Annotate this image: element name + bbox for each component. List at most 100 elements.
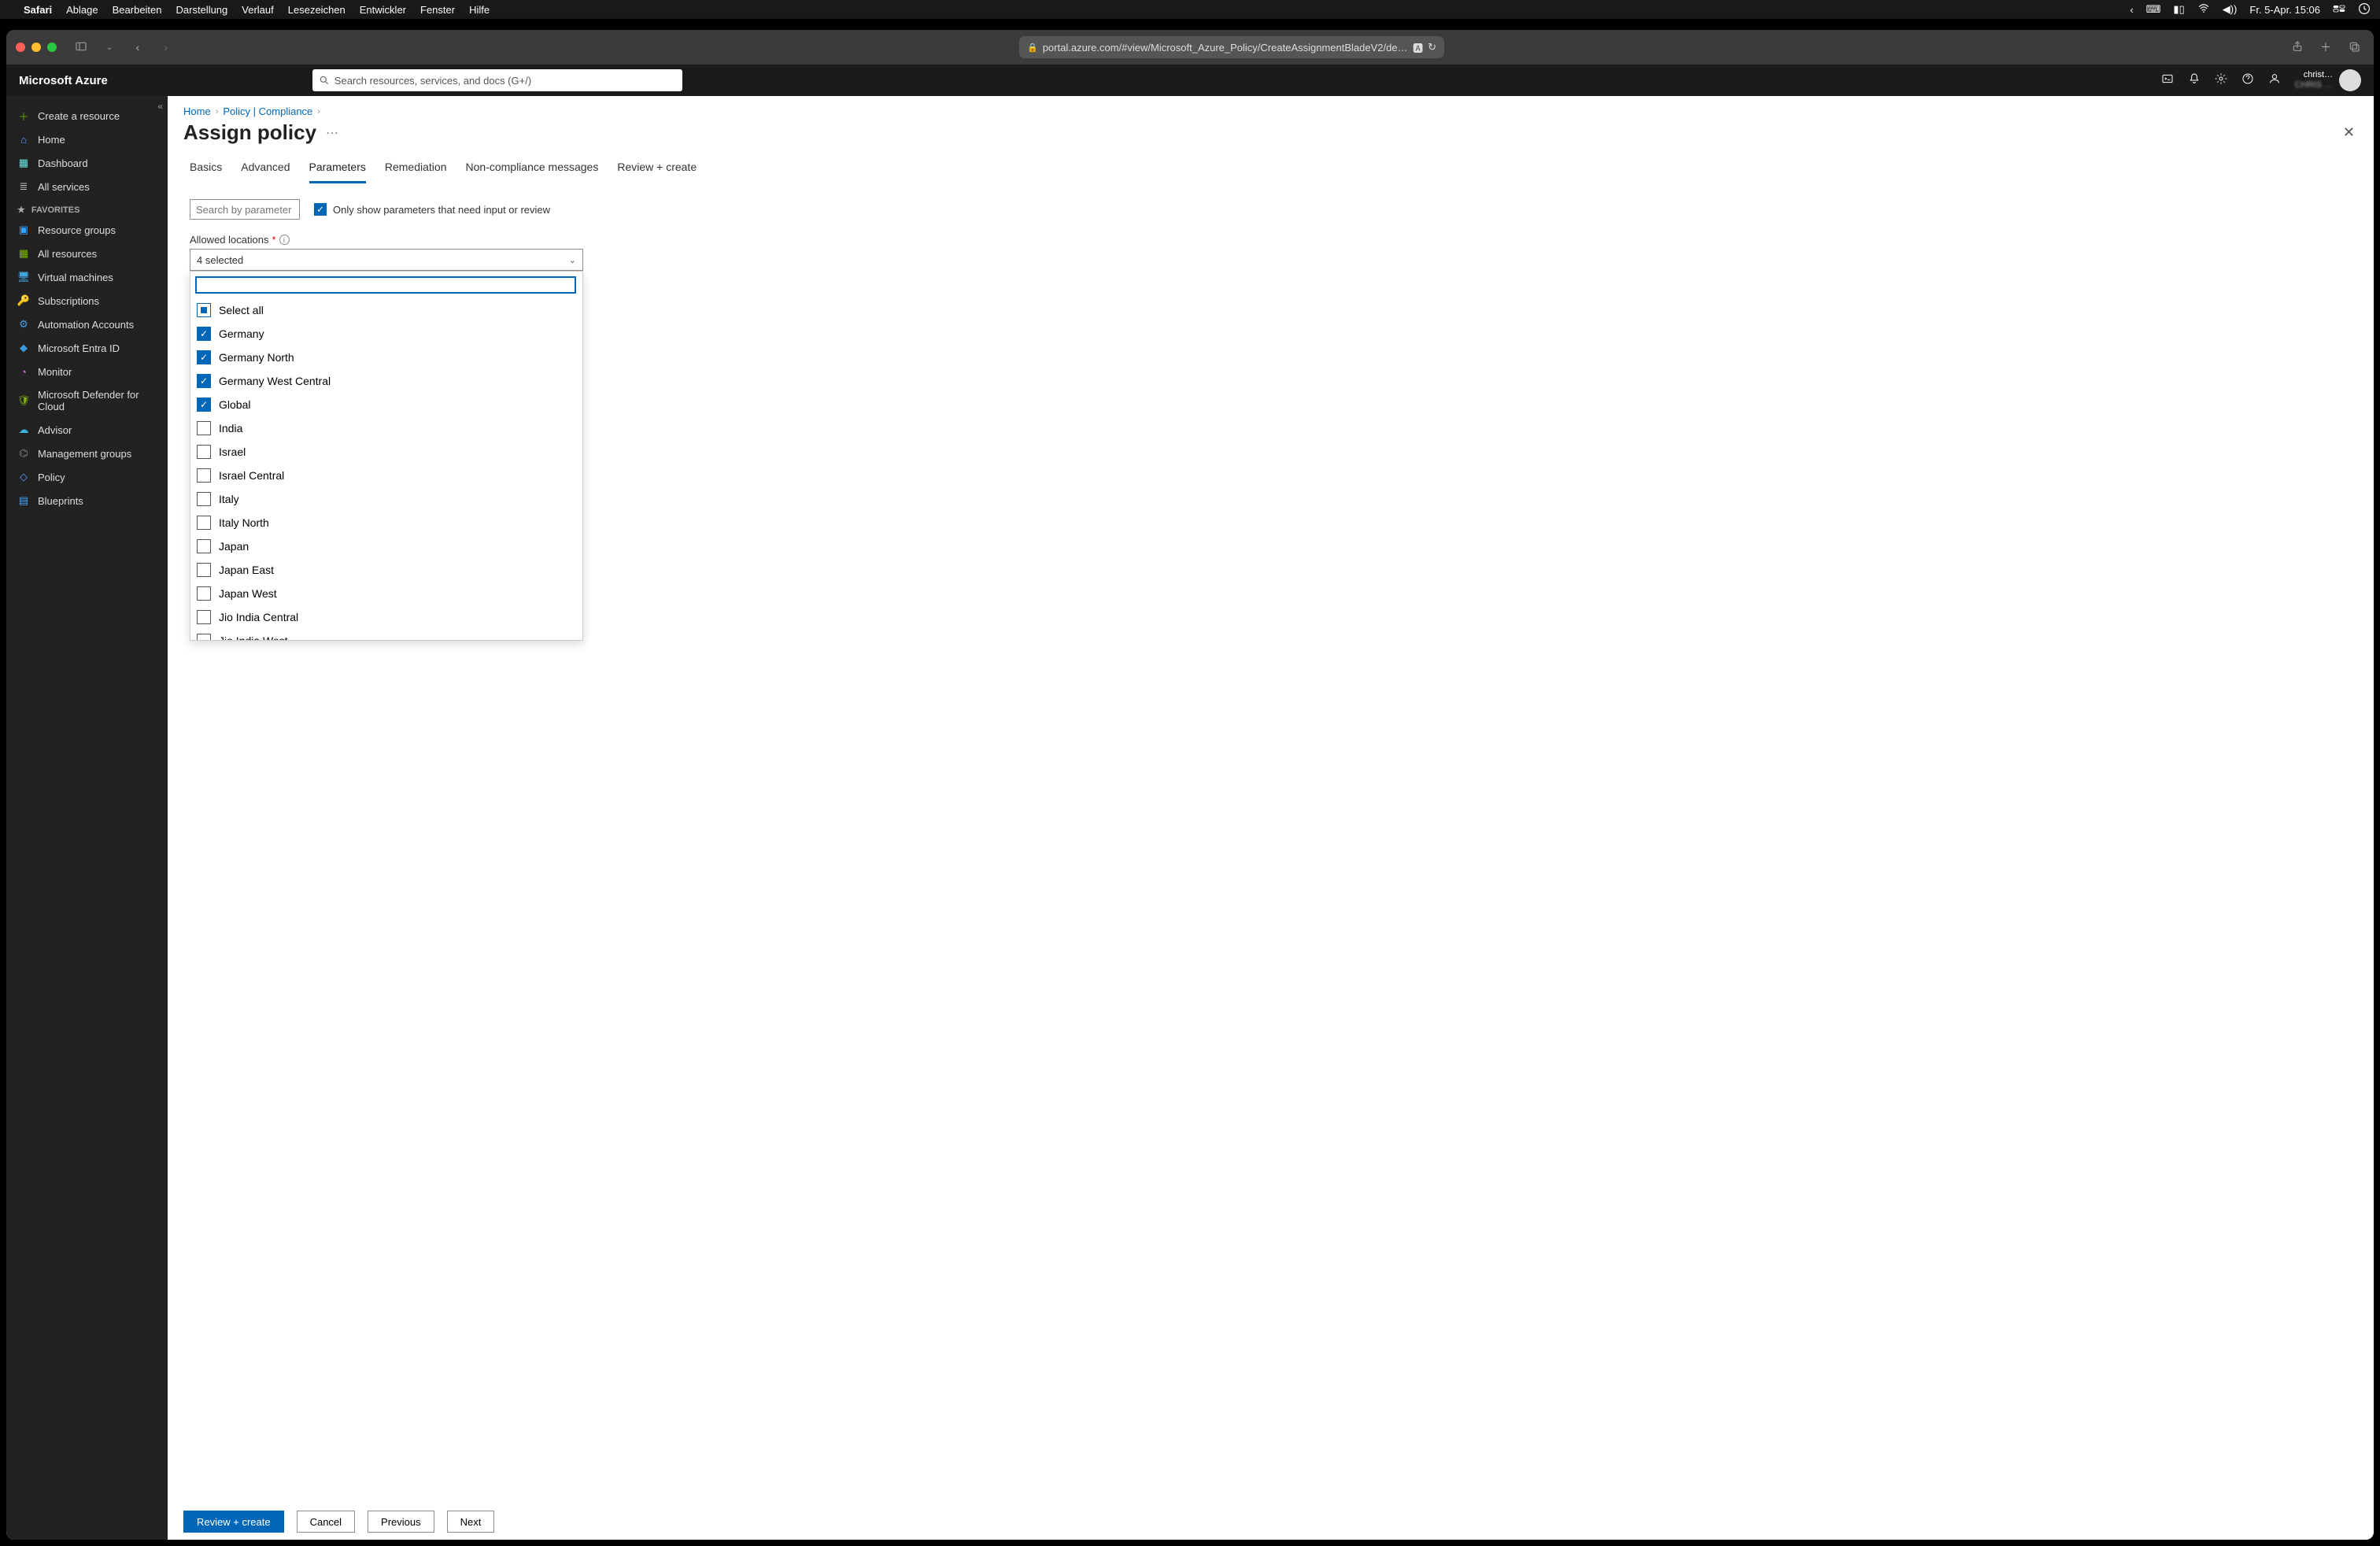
chevron-down-icon[interactable]: ⌄ (99, 43, 120, 52)
sidebar-item[interactable]: ▦All resources (6, 242, 168, 265)
reload-icon[interactable]: ↻ (1428, 41, 1436, 54)
checkbox-icon[interactable] (197, 421, 211, 435)
window-controls[interactable] (16, 43, 57, 52)
menubar-clock[interactable]: Fr. 5-Apr. 15:06 (2249, 4, 2320, 16)
menubar-item[interactable]: Verlauf (242, 4, 273, 16)
sidebar-item[interactable]: ＋Create a resource (6, 104, 168, 128)
sidebar-item[interactable]: ⌂Home (6, 128, 168, 151)
close-icon[interactable]: ✕ (2340, 121, 2358, 144)
azure-logo[interactable]: Microsoft Azure (19, 74, 108, 87)
dropdown-option[interactable]: Jio India West (190, 629, 582, 641)
menubar-item[interactable]: Entwickler (360, 4, 406, 16)
info-icon[interactable]: i (279, 235, 290, 245)
dropdown-filter-input[interactable] (195, 276, 576, 294)
sidebar-toggle-icon[interactable] (71, 40, 91, 55)
tab-parameters[interactable]: Parameters (309, 161, 366, 183)
menubar-item[interactable]: Bearbeiten (113, 4, 162, 16)
keyboard-icon[interactable]: ⌨ (2146, 3, 2161, 16)
checkbox-icon[interactable] (197, 468, 211, 483)
parameter-search-input[interactable] (190, 199, 300, 220)
address-bar[interactable]: 🔒 portal.azure.com/#view/Microsoft_Azure… (1019, 36, 1444, 58)
next-button[interactable]: Next (447, 1511, 495, 1533)
notifications-icon[interactable] (2188, 72, 2201, 89)
breadcrumb-policy-compliance[interactable]: Policy | Compliance (223, 105, 312, 117)
menubar-item[interactable]: Lesezeichen (288, 4, 346, 16)
dropdown-option[interactable]: Japan West (190, 582, 582, 605)
checkbox-icon[interactable] (197, 492, 211, 506)
sidebar-item[interactable]: ▤Blueprints (6, 489, 168, 512)
menubar-item[interactable]: Ablage (66, 4, 98, 16)
portal-search-input[interactable]: Search resources, services, and docs (G+… (312, 69, 682, 91)
feedback-icon[interactable] (2268, 72, 2281, 89)
wifi-icon[interactable] (2197, 3, 2210, 17)
settings-icon[interactable] (2215, 72, 2227, 89)
breadcrumb-home[interactable]: Home (183, 105, 211, 117)
dropdown-option[interactable]: ✓Germany (190, 322, 582, 346)
checkbox-icon[interactable]: ✓ (314, 203, 327, 216)
checkbox-icon[interactable]: ✓ (197, 327, 211, 341)
dropdown-option[interactable]: India (190, 416, 582, 440)
menubar-item[interactable]: Hilfe (469, 4, 490, 16)
translate-icon[interactable]: 🅰 (1413, 40, 1423, 55)
menubar-app[interactable]: Safari (24, 4, 52, 16)
help-icon[interactable] (2241, 72, 2254, 89)
tab-remediation[interactable]: Remediation (385, 161, 447, 183)
checkbox-icon[interactable] (197, 563, 211, 577)
tabs-overview-icon[interactable] (2344, 40, 2364, 55)
sidebar-item[interactable]: 🖥Virtual machines (6, 265, 168, 289)
cloud-shell-icon[interactable] (2161, 72, 2174, 89)
window-minimize-icon[interactable] (31, 43, 41, 52)
sidebar-item[interactable]: ◆Microsoft Entra ID (6, 336, 168, 360)
checkbox-icon[interactable] (197, 634, 211, 641)
sidebar-item[interactable]: ⌬Management groups (6, 442, 168, 465)
window-close-icon[interactable] (16, 43, 25, 52)
tab-basics[interactable]: Basics (190, 161, 222, 183)
checkbox-icon[interactable]: ✓ (197, 398, 211, 412)
clock-circle-icon[interactable] (2358, 2, 2371, 17)
checkbox-icon[interactable] (197, 445, 211, 459)
dropdown-option[interactable]: Italy (190, 487, 582, 511)
previous-button[interactable]: Previous (368, 1511, 434, 1533)
dropdown-option[interactable]: Japan East (190, 558, 582, 582)
tab-non-compliance-messages[interactable]: Non-compliance messages (465, 161, 598, 183)
sidebar-collapse-icon[interactable]: « (157, 101, 163, 112)
sidebar-item[interactable]: 🛡Microsoft Defender for Cloud (6, 383, 168, 418)
menubar-item[interactable]: Fenster (420, 4, 455, 16)
dropdown-option[interactable]: Israel (190, 440, 582, 464)
battery-icon[interactable]: ▮▯ (2173, 3, 2184, 16)
dropdown-option[interactable]: Israel Central (190, 464, 582, 487)
only-show-checkbox-row[interactable]: ✓ Only show parameters that need input o… (314, 203, 550, 216)
sidebar-item[interactable]: ≣All services (6, 175, 168, 198)
checkbox-icon[interactable] (197, 539, 211, 553)
sidebar-item[interactable]: 🔑Subscriptions (6, 289, 168, 313)
sidebar-item[interactable]: ▦Dashboard (6, 151, 168, 175)
account-menu[interactable]: christ… CHRIS … (2295, 69, 2361, 91)
control-center-icon[interactable] (2333, 4, 2345, 16)
nav-forward-icon[interactable]: › (156, 41, 176, 54)
checkbox-indeterminate-icon[interactable] (197, 303, 211, 317)
dropdown-option[interactable]: ✓Germany West Central (190, 369, 582, 393)
dropdown-option[interactable]: ✓Global (190, 393, 582, 416)
dropdown-option[interactable]: Jio India Central (190, 605, 582, 629)
sidebar-item[interactable]: ⚙Automation Accounts (6, 313, 168, 336)
tab-review-create[interactable]: Review + create (617, 161, 697, 183)
more-actions-icon[interactable]: ⋯ (326, 125, 338, 141)
review-create-button[interactable]: Review + create (183, 1511, 284, 1533)
tab-advanced[interactable]: Advanced (241, 161, 290, 183)
checkbox-icon[interactable]: ✓ (197, 374, 211, 388)
share-icon[interactable] (2287, 40, 2308, 55)
checkbox-icon[interactable] (197, 610, 211, 624)
select-all-option[interactable]: Select all (190, 298, 582, 322)
cancel-button[interactable]: Cancel (297, 1511, 355, 1533)
checkbox-icon[interactable] (197, 586, 211, 601)
menubar-item[interactable]: Darstellung (176, 4, 228, 16)
nav-back-icon[interactable]: ‹ (128, 41, 148, 54)
sidebar-item[interactable]: ◔Monitor (6, 360, 168, 383)
window-maximize-icon[interactable] (47, 43, 57, 52)
volume-icon[interactable]: ◀)) (2223, 3, 2238, 16)
nav-back-icon[interactable]: ‹ (2130, 4, 2133, 16)
dropdown-option[interactable]: Japan (190, 534, 582, 558)
sidebar-item[interactable]: ☁Advisor (6, 418, 168, 442)
sidebar-item[interactable]: ◇Policy (6, 465, 168, 489)
sidebar-item[interactable]: ▣Resource groups (6, 218, 168, 242)
